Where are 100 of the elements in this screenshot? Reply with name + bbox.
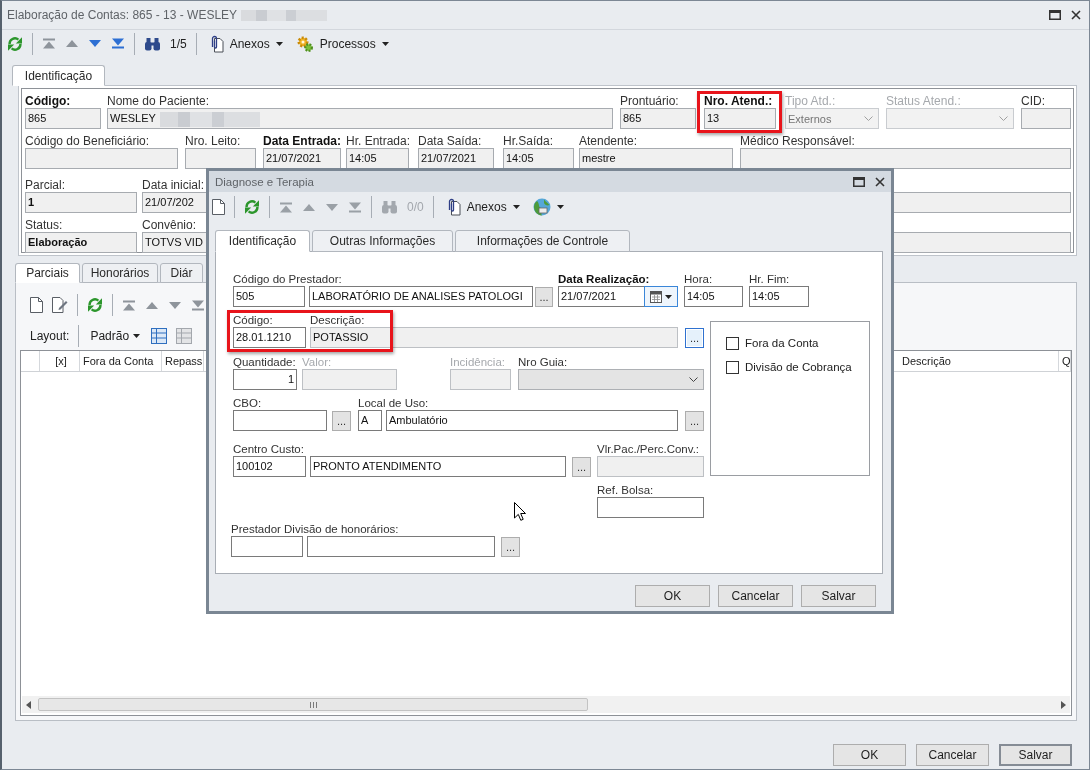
text-field[interactable]: LABORATÓRIO DE ANALISES PATOLOGI [309,286,533,307]
text-field[interactable]: 865 [620,108,696,129]
text-field[interactable]: 13 [704,108,776,129]
refresh-icon[interactable] [7,35,23,52]
triangle-down-icon[interactable] [168,299,182,311]
text-field[interactable]: WESLEY [107,108,613,129]
dropdown-field[interactable] [518,369,704,390]
text-field[interactable] [740,148,1071,169]
text-field[interactable] [233,410,327,431]
text-field[interactable]: 14:05 [684,286,743,307]
chevron-down-icon[interactable] [689,377,698,382]
triangle-up-icon[interactable] [65,38,79,49]
tab[interactable]: Outras Informações [312,230,453,252]
text-field[interactable]: 21/07/202 [142,192,208,213]
text-field[interactable]: 14:05 [749,286,809,307]
text-field[interactable] [597,497,704,518]
tab[interactable]: Diár [160,263,203,283]
arrow-to-top-icon[interactable] [122,299,136,311]
lookup-button[interactable]: ... [572,457,591,477]
refresh-icon[interactable] [244,199,260,215]
dialog-button[interactable]: Cancelar [916,744,989,766]
text-field[interactable]: TOTVS VID [142,232,208,253]
dialog-button[interactable]: OK [635,585,710,607]
text-field[interactable]: A [358,410,382,431]
lookup-button[interactable]: ... [332,411,351,431]
tab[interactable]: Informações de Controle [455,230,630,252]
text-field[interactable]: PRONTO ATENDIMENTO [310,456,566,477]
triangle-down-icon[interactable] [88,38,102,49]
refresh-icon[interactable] [87,297,103,313]
text-field[interactable]: 865 [25,108,101,129]
text-field[interactable]: 21/07/2021 [263,148,341,169]
text-field[interactable]: Elaboração [25,232,137,253]
horizontal-scrollbar[interactable] [22,696,1070,713]
column-header[interactable]: Fora da Conta [80,351,162,371]
text-field[interactable]: 1 [233,369,297,390]
lookup-button[interactable]: ... [501,537,520,557]
caret-icon[interactable] [133,334,141,338]
column-header[interactable]: Q [1059,351,1071,371]
arrow-right-icon[interactable] [1061,700,1066,709]
arrow-to-top-icon[interactable] [279,201,293,213]
table-icon[interactable] [151,328,168,344]
text-field[interactable] [231,536,303,557]
menu-button[interactable]: Anexos [205,31,285,56]
arrow-left-icon[interactable] [26,700,31,709]
arrow-to-top-icon[interactable] [42,38,56,49]
lookup-button[interactable]: ... [685,328,704,348]
dialog-button[interactable]: Salvar [999,744,1072,766]
checkbox-label[interactable]: Divisão de Cobrança [745,361,852,373]
caret-icon[interactable] [381,41,389,46]
text-field[interactable]: mestre [579,148,733,169]
dialog-button[interactable]: OK [833,744,906,766]
close-icon[interactable] [1071,10,1081,20]
calendar-icon[interactable] [650,290,662,303]
caret-icon[interactable] [512,205,520,209]
edit-document-icon[interactable] [52,297,68,313]
binoculars-icon[interactable] [144,36,161,51]
scrollbar-thumb[interactable] [38,698,588,711]
column-header[interactable]: Repass [162,351,204,371]
gears-icon[interactable] [295,34,314,53]
caret-icon[interactable] [556,205,564,209]
text-field[interactable]: 21/07/2021 [418,148,494,169]
text-field[interactable]: 14:05 [346,148,409,169]
triangle-down-icon[interactable] [325,201,339,213]
text-field[interactable]: POTASSIO [310,327,678,348]
menu-button[interactable]: Anexos [442,195,522,219]
menu-button[interactable]: Processos [293,31,391,56]
text-field[interactable] [185,148,256,169]
text-field[interactable]: 100102 [233,456,306,477]
text-field[interactable]: 28.01.1210 [233,327,306,348]
calendar-button[interactable] [644,286,678,307]
tab[interactable]: Honorários [82,263,158,283]
caret-icon[interactable] [275,41,283,46]
text-field[interactable] [1021,108,1071,129]
arrow-to-bottom-icon[interactable] [111,38,125,49]
close-icon[interactable] [875,176,885,187]
tab[interactable]: Identificação [215,230,310,252]
maximize-icon[interactable] [1049,10,1061,20]
tab[interactable]: Parciais [15,263,80,283]
lookup-button[interactable]: ... [685,411,704,431]
text-field[interactable]: 1 [25,192,137,213]
table-icon[interactable] [176,328,193,344]
dialog-button[interactable]: Cancelar [718,585,793,607]
checkbox[interactable] [726,336,739,350]
caret-icon[interactable] [665,294,672,299]
maximize-icon[interactable] [853,176,865,187]
layout-dropdown[interactable]: Padrão [88,329,143,343]
arrow-to-bottom-icon[interactable] [348,201,362,213]
text-field[interactable] [307,536,495,557]
globe-icon[interactable] [532,198,551,216]
new-document-icon[interactable] [30,297,43,313]
text-field[interactable] [597,456,704,477]
text-field[interactable]: 505 [233,286,305,307]
tab[interactable]: Identificação [12,65,105,86]
text-field[interactable] [25,148,178,169]
dialog-button[interactable]: Salvar [801,585,876,607]
date-field[interactable]: 21/07/2021 [558,286,678,307]
arrow-to-bottom-icon[interactable] [191,299,205,311]
text-field[interactable]: 14:05 [503,148,574,169]
new-document-icon[interactable] [212,199,225,215]
checkbox-label[interactable]: Fora da Conta [745,337,819,349]
